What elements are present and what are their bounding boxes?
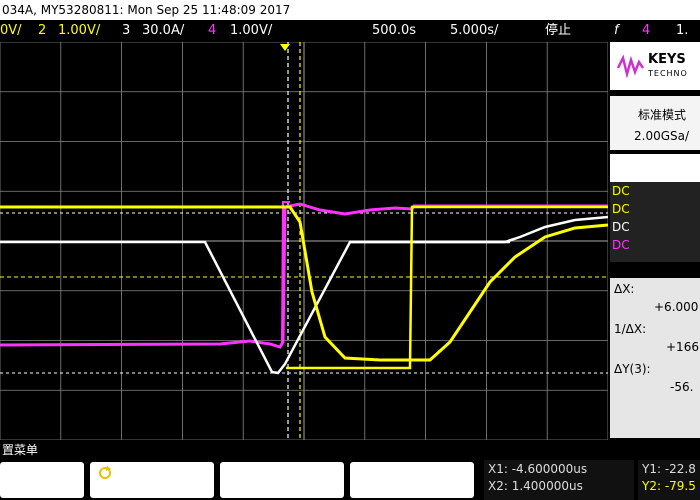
ch1-coupling: DC bbox=[612, 184, 630, 198]
sample-rate: 2.00GSa/ bbox=[634, 129, 690, 143]
brand-name: KEYS bbox=[648, 52, 686, 67]
trigger-level[interactable]: 1. bbox=[676, 20, 688, 42]
measurement-sidebar: KEYS TECHNO 标准模式 2.00GSa/ DC DC DC DC ΔX… bbox=[610, 42, 700, 440]
ch2-number[interactable]: 2 bbox=[38, 20, 46, 42]
delta-y-value: -56. bbox=[670, 380, 694, 394]
brand-subname: TECHNO bbox=[648, 69, 688, 78]
delta-y-label: ΔY(3): bbox=[614, 362, 651, 376]
coupling-panel: DC DC DC DC bbox=[610, 182, 700, 262]
softkey-3[interactable] bbox=[220, 462, 344, 498]
cursor-y2-readout: Y2: -79.5 bbox=[642, 479, 696, 493]
delay-value[interactable]: 5.000s/ bbox=[450, 20, 498, 42]
timebase-value[interactable]: 500.0s bbox=[372, 20, 416, 42]
cursor-y-readout: Y1: -22.8 Y2: -79.5 bbox=[638, 460, 700, 500]
rotate-knob-icon bbox=[99, 466, 111, 479]
inv-delta-x-value: +166 bbox=[666, 340, 699, 354]
ch1-scale[interactable]: 0V/ bbox=[0, 20, 22, 42]
softkey-2[interactable] bbox=[90, 462, 214, 498]
ch2-coupling: DC bbox=[612, 202, 630, 216]
trigger-channel[interactable]: 4 bbox=[642, 20, 650, 42]
ch3-scale[interactable]: 30.0A/ bbox=[142, 20, 184, 42]
brand-logo: KEYS TECHNO bbox=[610, 42, 700, 90]
keysight-wave-icon bbox=[616, 54, 645, 78]
waveform-display[interactable] bbox=[0, 42, 608, 440]
ch3-number[interactable]: 3 bbox=[122, 20, 130, 42]
channel-bar: 0V/ 2 1.00V/ 3 30.0A/ 4 1.00V/ 500.0s 5.… bbox=[0, 20, 700, 42]
delta-x-label: ΔX: bbox=[614, 282, 635, 296]
cursor-x1-readout: X1: -4.600000us bbox=[488, 462, 588, 476]
info-bar: 034A, MY53280811: Mon Sep 25 11:48:09 20… bbox=[0, 0, 700, 20]
ch4-coupling: DC bbox=[612, 238, 630, 252]
cursor-results-panel: ΔX: +6.000 1/ΔX: +166 ΔY(3): -56. bbox=[610, 278, 700, 438]
acquisition-panel: 标准模式 2.00GSa/ bbox=[610, 96, 700, 150]
instrument-info: 034A, MY53280811: Mon Sep 25 11:48:09 20… bbox=[2, 3, 291, 17]
softkey-1[interactable] bbox=[0, 462, 84, 498]
ch3-coupling: DC bbox=[612, 220, 630, 234]
cursor-x-readout: X1: -4.600000us X2: 1.400000us bbox=[484, 460, 634, 500]
menu-title: 置菜单 bbox=[0, 440, 700, 460]
blank-panel bbox=[610, 154, 700, 182]
cursor-x2-readout: X2: 1.400000us bbox=[488, 479, 583, 493]
inv-delta-x-label: 1/ΔX: bbox=[614, 322, 647, 336]
ch4-scale[interactable]: 1.00V/ bbox=[230, 20, 272, 42]
run-state[interactable]: 停止 bbox=[545, 20, 571, 42]
ch4-number[interactable]: 4 bbox=[208, 20, 216, 42]
acquisition-mode: 标准模式 bbox=[638, 108, 687, 122]
cursor-y1-readout: Y1: -22.8 bbox=[642, 462, 696, 476]
ch2-scale[interactable]: 1.00V/ bbox=[58, 20, 100, 42]
delta-x-value: +6.000 bbox=[654, 300, 699, 314]
trigger-slope-icon[interactable]: f bbox=[614, 20, 619, 42]
softkey-4[interactable] bbox=[350, 462, 474, 498]
